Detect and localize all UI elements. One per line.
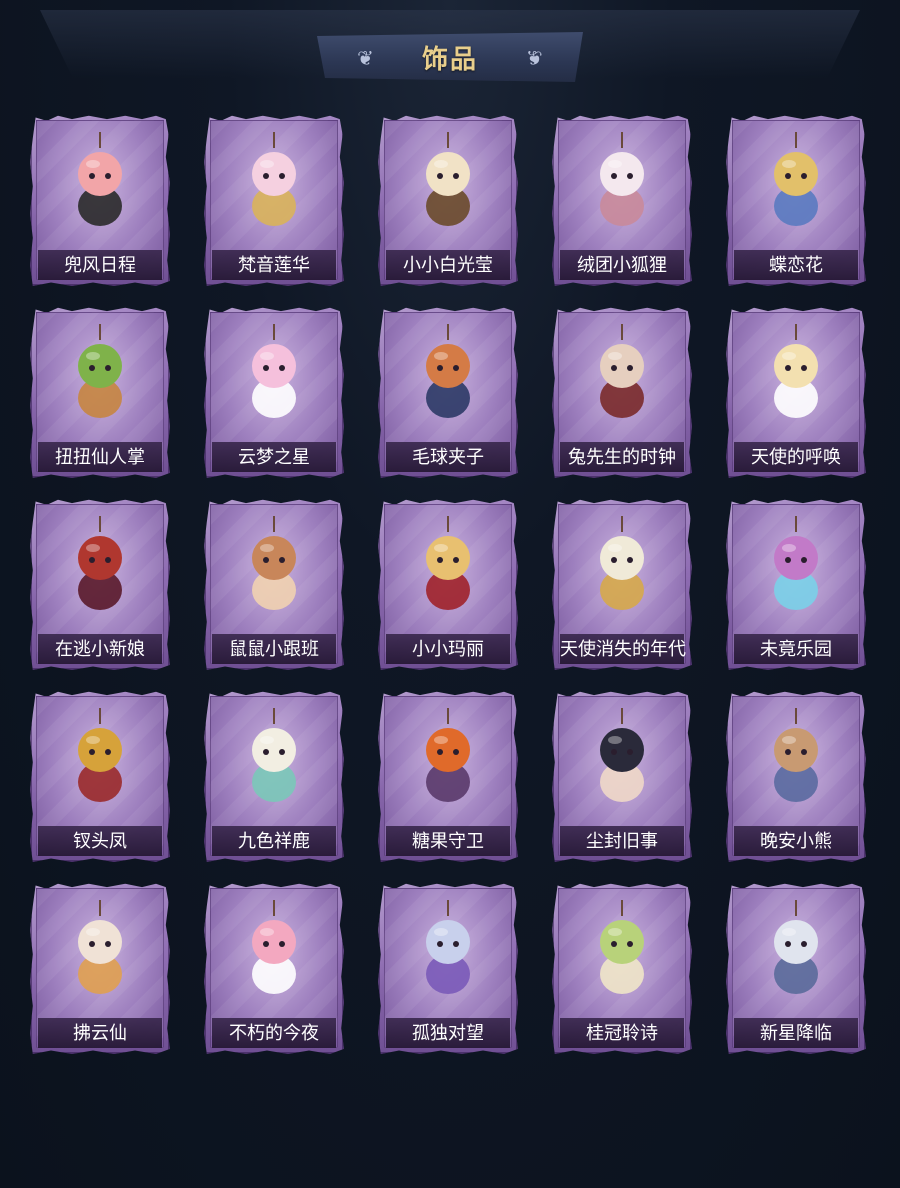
accessory-name: 天使消失的年代	[560, 634, 686, 664]
accessory-name: 兜风日程	[38, 250, 162, 280]
accessory-card[interactable]: 糖果守卫	[378, 690, 518, 862]
accessory-card[interactable]: 桂冠聆诗	[552, 882, 692, 1054]
accessory-card[interactable]: 孤独对望	[378, 882, 518, 1054]
rabbit-clock-icon	[600, 324, 644, 418]
accessory-name: 桂冠聆诗	[560, 1018, 684, 1048]
bride-veil-icon	[78, 516, 122, 610]
unicorn-cloud-icon	[252, 324, 296, 418]
accessory-name: 小小玛丽	[386, 634, 510, 664]
accessory-gallery: ❦ 饰品 ❦ 兜风日程 梵音莲华 小小白光莹 绒团小狐狸 蝶恋花扭扭仙人掌 云梦之星 毛球夹…	[0, 0, 900, 1188]
veiled-angel-icon	[600, 516, 644, 610]
accessory-card[interactable]: 九色祥鹿	[204, 690, 344, 862]
pig-with-cap-icon	[78, 132, 122, 226]
accessory-name: 未竟乐园	[734, 634, 858, 664]
accessory-card[interactable]: 蝶恋花	[726, 114, 866, 286]
accessory-name: 不朽的今夜	[212, 1018, 336, 1048]
accessory-name: 拂云仙	[38, 1018, 162, 1048]
accessory-card[interactable]: 尘封旧事	[552, 690, 692, 862]
accessory-card[interactable]: 天使消失的年代	[552, 498, 692, 670]
accessory-card[interactable]: 鼠鼠小跟班	[204, 498, 344, 670]
accessory-card[interactable]: 兔先生的时钟	[552, 306, 692, 478]
raccoon-drum-icon	[426, 324, 470, 418]
accessory-name: 在逃小新娘	[38, 634, 162, 664]
accessory-name: 天使的呼唤	[734, 442, 858, 472]
silver-hair-doll-icon	[426, 900, 470, 994]
accessory-name: 钗头凤	[38, 826, 162, 856]
accessory-card[interactable]: 扭扭仙人掌	[30, 306, 170, 478]
accessory-name: 晚安小熊	[734, 826, 858, 856]
phoenix-crown-icon	[78, 708, 122, 802]
accessory-card[interactable]: 钗头凤	[30, 690, 170, 862]
accessory-card[interactable]: 晚安小熊	[726, 690, 866, 862]
teddy-bear-icon	[774, 708, 818, 802]
accessory-card[interactable]: 新星降临	[726, 882, 866, 1054]
accessory-name: 小小白光莹	[386, 250, 510, 280]
pumpkin-guard-icon	[426, 708, 470, 802]
swirl-ornament-icon: ❦	[526, 46, 543, 70]
cloud-immortal-icon	[78, 900, 122, 994]
swirl-ornament-icon: ❦	[357, 46, 374, 70]
white-deer-icon	[252, 708, 296, 802]
accessory-card[interactable]: 绒团小狐狸	[552, 114, 692, 286]
accessory-name: 糖果守卫	[386, 826, 510, 856]
white-fox-icon	[600, 132, 644, 226]
accessory-name: 鼠鼠小跟班	[212, 634, 336, 664]
accessory-card[interactable]: 毛球夹子	[378, 306, 518, 478]
accessory-card[interactable]: 云梦之星	[204, 306, 344, 478]
accessory-name: 毛球夹子	[386, 442, 510, 472]
accessory-name: 兔先生的时钟	[560, 442, 684, 472]
title-banner: ❦ 饰品 ❦	[317, 32, 583, 82]
lotus-doll-icon	[252, 132, 296, 226]
cactus-pot-icon	[78, 324, 122, 418]
accessory-card[interactable]: 天使的呼唤	[726, 306, 866, 478]
butterfly-bell-icon	[774, 132, 818, 226]
page-title: 饰品	[421, 44, 478, 75]
accessory-name: 绒团小狐狸	[560, 250, 684, 280]
hamster-icon	[252, 516, 296, 610]
accessory-name: 孤独对望	[386, 1018, 510, 1048]
angel-doll-icon	[774, 324, 818, 418]
crowned-doll-icon	[426, 132, 470, 226]
white-hair-doll-icon	[774, 900, 818, 994]
accessory-name: 九色祥鹿	[212, 826, 336, 856]
laurel-doll-icon	[600, 900, 644, 994]
accessory-name: 云梦之星	[212, 442, 336, 472]
accessory-name: 梵音莲华	[212, 250, 336, 280]
accessory-card[interactable]: 小小玛丽	[378, 498, 518, 670]
accessory-card[interactable]: 梵音莲华	[204, 114, 344, 286]
starry-girl-icon	[774, 516, 818, 610]
accessory-card[interactable]: 兜风日程	[30, 114, 170, 286]
accessory-name: 蝶恋花	[734, 250, 858, 280]
accessory-card[interactable]: 小小白光莹	[378, 114, 518, 286]
accessory-name: 扭扭仙人掌	[38, 442, 162, 472]
gentleman-doll-icon	[600, 708, 644, 802]
accessory-grid: 兜风日程 梵音莲华 小小白光莹 绒团小狐狸 蝶恋花扭扭仙人掌 云梦之星 毛球夹子 兔先生的时钟…	[30, 114, 880, 1054]
pink-cat-bowl-icon	[252, 900, 296, 994]
accessory-card[interactable]: 拂云仙	[30, 882, 170, 1054]
accessory-card[interactable]: 在逃小新娘	[30, 498, 170, 670]
mary-doll-icon	[426, 516, 470, 610]
accessory-card[interactable]: 未竟乐园	[726, 498, 866, 670]
accessory-name: 尘封旧事	[560, 826, 684, 856]
accessory-name: 新星降临	[734, 1018, 858, 1048]
accessory-card[interactable]: 不朽的今夜	[204, 882, 344, 1054]
